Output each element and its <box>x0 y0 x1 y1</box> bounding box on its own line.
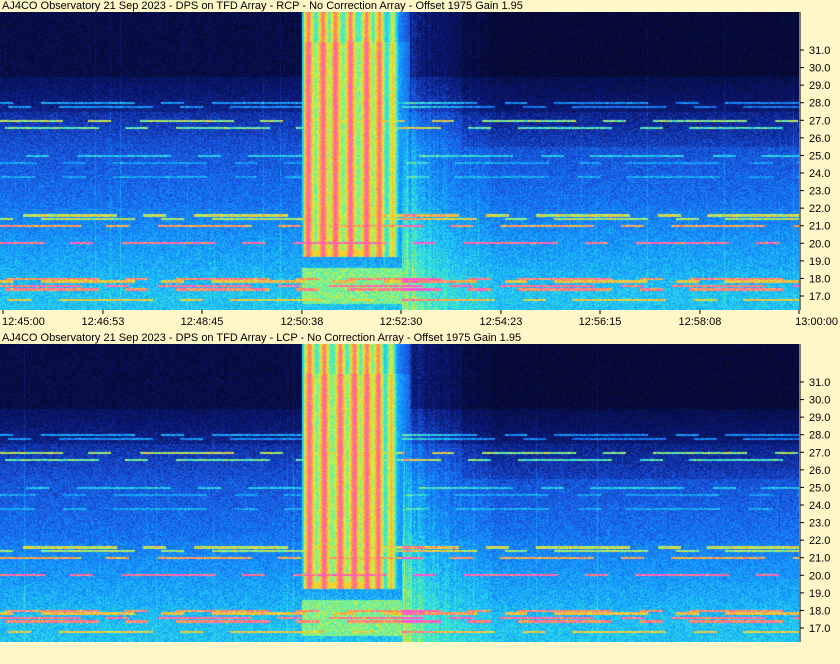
ytick-label: 26.0 <box>809 465 830 477</box>
ytick-label: 28.0 <box>809 98 830 110</box>
ytick-label: 22.0 <box>809 203 830 215</box>
ytick-label: 31.0 <box>809 45 830 57</box>
ytick-label: 25.0 <box>809 150 830 162</box>
frequency-axis-lcp: 31.0 30.0 29.0 28.0 27.0 26.0 25.0 24.0 23.0 22.0… <box>799 344 840 642</box>
ytick-label: 18.0 <box>809 605 830 617</box>
ytick-label: 30.0 <box>809 63 830 75</box>
ytick-label: 17.0 <box>809 291 830 303</box>
ytick-label: 21.0 <box>809 553 830 565</box>
time-axis: 12:45:00 12:46:53 12:48:45 12:50:38 12:52:30… <box>0 310 840 330</box>
ytick-label: 28.0 <box>809 430 830 442</box>
ytick-label: 19.0 <box>809 588 830 600</box>
ytick-label: 24.0 <box>809 168 830 180</box>
ytick-label: 27.0 <box>809 447 830 459</box>
xtick-label: 12:46:53 <box>82 316 125 328</box>
ytick-label: 19.0 <box>809 256 830 268</box>
ytick-label: 30.0 <box>809 395 830 407</box>
ytick-label: 23.0 <box>809 518 830 530</box>
spectrogram-rcp <box>0 12 799 310</box>
ytick-label: 20.0 <box>809 238 830 250</box>
ytick-label: 17.0 <box>809 623 830 635</box>
ytick-label: 26.0 <box>809 133 830 145</box>
xtick-label: 12:45:00 <box>2 316 45 328</box>
ytick-label: 24.0 <box>809 500 830 512</box>
xtick-label: 12:50:38 <box>281 316 324 328</box>
xtick-label: 12:48:45 <box>181 316 224 328</box>
ytick-label: 21.0 <box>809 221 830 233</box>
ytick-label: 23.0 <box>809 186 830 198</box>
ytick-label: 29.0 <box>809 80 830 92</box>
xtick-label: 12:56:15 <box>579 316 622 328</box>
panel-title-rcp: AJ4CO Observatory 21 Sep 2023 - DPS on T… <box>2 0 523 12</box>
ytick-label: 31.0 <box>809 377 830 389</box>
xtick-label: 13:00:00 <box>795 316 838 328</box>
xtick-label: 12:52:30 <box>380 316 423 328</box>
xtick-label: 12:58:08 <box>679 316 722 328</box>
frequency-axis-rcp: 31.0 30.0 29.0 28.0 27.0 26.0 25.0 24.0 23.0 22.0… <box>799 12 840 310</box>
ytick-label: 29.0 <box>809 412 830 424</box>
ytick-label: 22.0 <box>809 535 830 547</box>
spectrogram-lcp <box>0 344 799 642</box>
ytick-label: 25.0 <box>809 482 830 494</box>
ytick-label: 18.0 <box>809 273 830 285</box>
ytick-label: 20.0 <box>809 570 830 582</box>
ytick-label: 27.0 <box>809 115 830 127</box>
xtick-label: 12:54:23 <box>480 316 523 328</box>
panel-title-lcp: AJ4CO Observatory 21 Sep 2023 - DPS on T… <box>2 332 522 344</box>
